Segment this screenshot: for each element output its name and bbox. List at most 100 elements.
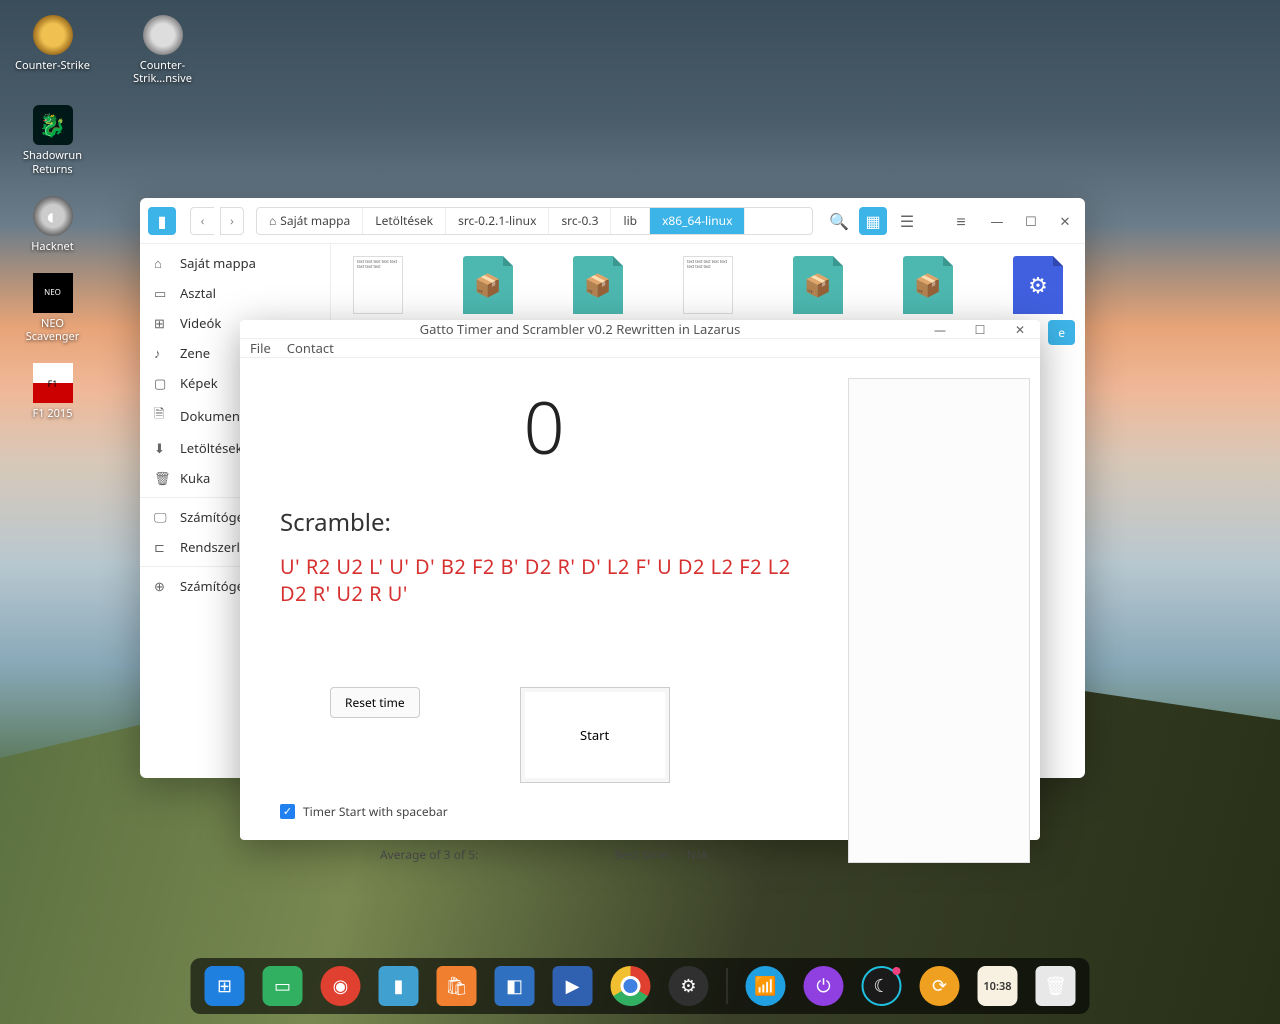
shadowrun-icon: 🐉	[33, 105, 73, 145]
disk-icon: ⊏	[154, 538, 170, 556]
dock-power-icon[interactable]: ⏻	[804, 966, 844, 1006]
timer-display: 0	[280, 378, 808, 476]
breadcrumb-item[interactable]: src-0.3	[549, 208, 611, 234]
desktop-icon-label: Hacknet	[31, 240, 73, 253]
breadcrumb-home[interactable]: ⌂Saját mappa	[257, 208, 363, 234]
f1-icon: F1	[33, 363, 73, 403]
desktop-icon-csgo[interactable]: Counter-Strik...nsive	[125, 15, 200, 85]
desktop-icon-label: Shadowrun Returns	[15, 149, 90, 175]
breadcrumb-item[interactable]: lib	[611, 208, 650, 234]
dock-clock[interactable]: 10:38	[978, 966, 1018, 1006]
timer-main-panel: 0 Scramble: U' R2 U2 L' U' D' B2 F2 B' D…	[250, 378, 838, 863]
csgo-icon	[143, 15, 183, 55]
menu-file[interactable]: File	[250, 339, 271, 357]
dock-chrome[interactable]	[611, 966, 651, 1006]
desktop-icon-shadowrun[interactable]: 🐉 Shadowrun Returns	[15, 105, 90, 175]
checkbox-checked-icon[interactable]: ✓	[280, 804, 295, 819]
minimize-button[interactable]: —	[920, 320, 960, 338]
file-item[interactable]: 📦	[893, 256, 963, 314]
dock: ⊞ ▭ ◉ ▮ 🛍 ◧ ▶ ⚙ 📶 ⏻ ☾ ⟳ 10:38 🗑	[191, 958, 1090, 1014]
minimize-button[interactable]: —	[985, 209, 1009, 233]
dock-updates-icon[interactable]: ⟳	[920, 966, 960, 1006]
timer-stats: Average of 3 of 5: Best time:N/A	[280, 846, 808, 863]
close-button[interactable]: ✕	[1053, 209, 1077, 233]
document-icon: 🗎	[154, 404, 170, 427]
breadcrumb-current[interactable]: x86_64-linux	[650, 208, 745, 234]
text-file-icon: text text text text text text text text	[683, 256, 733, 314]
package-file-icon: 📦	[793, 256, 843, 314]
dock-separator	[727, 968, 728, 1004]
dock-multitask[interactable]: ▭	[263, 966, 303, 1006]
home-icon: ⌂	[269, 212, 276, 229]
desktop-icon-label: Counter-Strik...nsive	[125, 59, 200, 85]
search-button[interactable]: 🔍	[825, 207, 853, 235]
checkbox-label: Timer Start with spacebar	[303, 803, 448, 820]
dock-notifications-icon[interactable]: ☾	[862, 966, 902, 1006]
best-time-value: N/A	[687, 846, 708, 863]
hacknet-icon: ◐	[33, 196, 73, 236]
desktop-icon-label: Counter-Strike	[15, 59, 90, 72]
spacebar-checkbox-row[interactable]: ✓ Timer Start with spacebar	[280, 803, 808, 820]
open-button[interactable]: e	[1048, 320, 1075, 345]
file-item[interactable]: 📦	[453, 256, 523, 314]
nav-back-button[interactable]: ‹	[190, 207, 214, 235]
timer-history-panel[interactable]	[848, 378, 1030, 863]
executable-file-icon: ⚙	[1013, 256, 1063, 314]
file-item[interactable]: 📦	[783, 256, 853, 314]
average-label: Average of 3 of 5:	[380, 846, 478, 863]
trash-icon: 🗑	[154, 469, 170, 487]
breadcrumb-item[interactable]: Letöltések	[363, 208, 446, 234]
timer-app-window: Gatto Timer and Scrambler v0.2 Rewritten…	[240, 320, 1040, 840]
dock-app-blue[interactable]: ◧	[495, 966, 535, 1006]
file-item[interactable]: text text text text text text text text	[343, 256, 413, 314]
close-button[interactable]: ✕	[1000, 320, 1040, 338]
scramble-label: Scramble:	[280, 506, 808, 539]
file-item[interactable]: 📦	[563, 256, 633, 314]
dock-trash-icon[interactable]: 🗑	[1036, 966, 1076, 1006]
grid-view-button[interactable]: ▦	[859, 207, 887, 235]
scramble-text: U' R2 U2 L' U' D' B2 F2 B' D2 R' D' L2 F…	[280, 553, 808, 607]
download-icon: ⬇	[154, 439, 170, 457]
dock-media-player[interactable]: ▶	[553, 966, 593, 1006]
dock-network-icon[interactable]: 📶	[746, 966, 786, 1006]
computer-icon: 🖵	[154, 508, 170, 526]
desktop-icon-f1-2015[interactable]: F1 F1 2015	[15, 363, 90, 420]
reset-time-button[interactable]: Reset time	[330, 687, 420, 718]
cs-icon	[33, 15, 73, 55]
home-icon: ⌂	[154, 254, 170, 272]
package-file-icon: 📦	[903, 256, 953, 314]
dock-file-manager[interactable]: ▮	[379, 966, 419, 1006]
nav-forward-button[interactable]: ›	[220, 207, 244, 235]
menu-contact[interactable]: Contact	[287, 339, 334, 357]
breadcrumb: ⌂Saját mappa Letöltések src-0.2.1-linux …	[256, 207, 813, 235]
desktop-icon-counter-strike[interactable]: Counter-Strike	[15, 15, 90, 85]
start-button[interactable]: Start	[520, 687, 670, 783]
network-icon: ⊕	[154, 577, 170, 595]
sidebar-item-home[interactable]: ⌂Saját mappa	[140, 248, 330, 278]
video-icon: ⊞	[154, 314, 170, 332]
desktop-icon-hacknet[interactable]: ◐ Hacknet	[15, 196, 90, 253]
menu-bar: File Contact	[240, 339, 1040, 358]
window-title: Gatto Timer and Scrambler v0.2 Rewritten…	[240, 320, 920, 338]
desktop-icon-neo-scavenger[interactable]: NEO NEO Scavenger	[15, 273, 90, 343]
dock-app-red[interactable]: ◉	[321, 966, 361, 1006]
desktop-icon-label: F1 2015	[32, 407, 72, 420]
dock-launcher[interactable]: ⊞	[205, 966, 245, 1006]
desktop-icon-label: NEO Scavenger	[15, 317, 90, 343]
file-item[interactable]: ⚙	[1003, 256, 1073, 314]
sidebar-item-desktop[interactable]: ▭Asztal	[140, 278, 330, 308]
package-file-icon: 📦	[463, 256, 513, 314]
breadcrumb-item[interactable]: src-0.2.1-linux	[446, 208, 549, 234]
menu-button[interactable]: ≡	[947, 207, 975, 235]
dock-settings[interactable]: ⚙	[669, 966, 709, 1006]
package-file-icon: 📦	[573, 256, 623, 314]
file-manager-app-icon: ▮	[148, 207, 176, 235]
list-view-button[interactable]: ☰	[893, 207, 921, 235]
text-file-icon: text text text text text text text text	[353, 256, 403, 314]
picture-icon: ▢	[154, 374, 170, 392]
timer-titlebar[interactable]: Gatto Timer and Scrambler v0.2 Rewritten…	[240, 320, 1040, 339]
maximize-button[interactable]: ☐	[1019, 209, 1043, 233]
dock-app-store[interactable]: 🛍	[437, 966, 477, 1006]
maximize-button[interactable]: ☐	[960, 320, 1000, 338]
file-item[interactable]: text text text text text text text text	[673, 256, 743, 314]
